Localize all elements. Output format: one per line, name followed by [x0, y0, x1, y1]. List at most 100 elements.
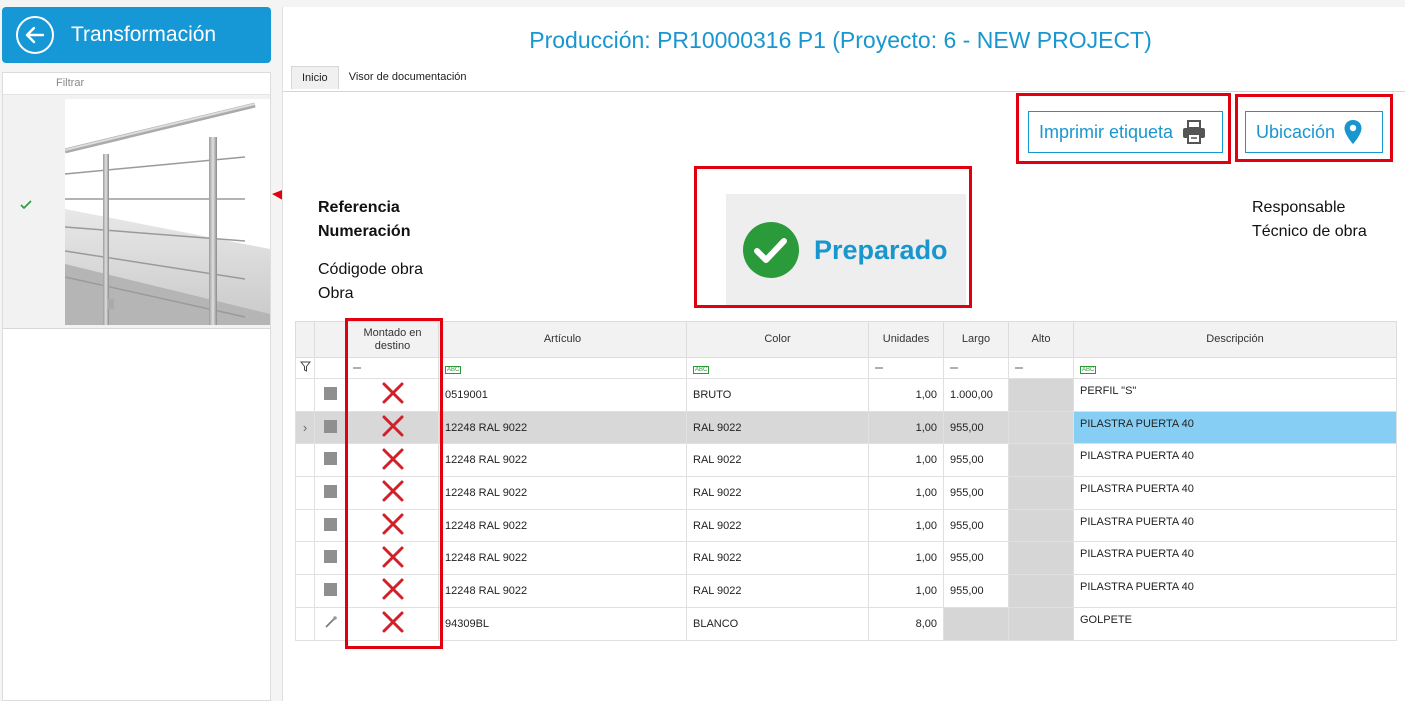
table-row[interactable]: 12248 RAL 9022 RAL 9022 1,00 955,00 PILASTRA… — [295, 443, 1397, 478]
tecnico-label: Técnico de obra — [1252, 223, 1367, 240]
unidades-cell: 1,00 — [868, 574, 944, 608]
table-row[interactable]: 12248 RAL 9022 RAL 9022 1,00 955,00 PILASTRA… — [295, 476, 1397, 510]
filter-cell-blank — [314, 357, 347, 379]
unidades-cell: 1,00 — [868, 443, 944, 478]
row-icon-cell — [314, 443, 347, 478]
col-expand — [295, 321, 315, 358]
filter-largo[interactable] — [943, 357, 1009, 379]
filter-descripcion[interactable]: ABC — [1073, 357, 1397, 379]
color-cell: RAL 9022 — [686, 410, 869, 445]
color-cell: RAL 9022 — [686, 443, 869, 478]
largo-cell — [943, 606, 1009, 641]
row-status-icon — [324, 517, 337, 531]
referencia-label: Referencia — [318, 199, 400, 216]
row-icon-cell — [314, 508, 347, 543]
table-row[interactable]: 94309BL BLANCO 8,00 GOLPETE — [295, 606, 1397, 641]
col-color[interactable]: Color — [686, 321, 869, 358]
alto-cell — [1008, 410, 1074, 445]
responsable-label: Responsable — [1252, 199, 1346, 216]
descripcion-cell: PILASTRA PUERTA 40 — [1073, 410, 1397, 445]
wrench-icon — [324, 616, 337, 628]
row-expand[interactable] — [295, 443, 315, 478]
codigo-obra-label: Códigode obra — [318, 261, 423, 278]
largo-cell: 955,00 — [943, 508, 1009, 543]
filter-alto[interactable] — [1008, 357, 1074, 379]
numeracion-label: Numeración — [318, 223, 411, 240]
descripcion-cell: GOLPETE — [1073, 606, 1397, 641]
back-button[interactable] — [16, 16, 54, 54]
tab-bar: Inicio Visor de documentación — [291, 66, 477, 89]
largo-cell: 955,00 — [943, 476, 1009, 510]
page-title: Producción: PR10000316 P1 (Proyecto: 6 -… — [529, 27, 1152, 53]
table-row[interactable]: 0519001 BRUTO 1,00 1.000,00 PERFIL "S" — [295, 378, 1397, 412]
items-table: Montado en destino Artículo Color Unidad… — [295, 321, 1397, 641]
row-status-icon — [324, 550, 337, 564]
col-largo[interactable]: Largo — [943, 321, 1009, 358]
largo-cell: 955,00 — [943, 574, 1009, 608]
alto-cell — [1008, 508, 1074, 543]
color-cell: BRUTO — [686, 378, 869, 412]
col-icon — [314, 321, 347, 358]
row-expand[interactable]: › — [295, 410, 315, 445]
articulo-cell: 12248 RAL 9022 — [438, 476, 687, 510]
unidades-cell: 1,00 — [868, 378, 944, 412]
col-articulo[interactable]: Artículo — [438, 321, 687, 358]
row-expand[interactable] — [295, 508, 315, 543]
highlight-print — [1016, 93, 1231, 164]
row-expand[interactable] — [295, 606, 315, 641]
filter-unidades[interactable] — [868, 357, 944, 379]
alto-cell — [1008, 443, 1074, 478]
table-row[interactable]: 12248 RAL 9022 RAL 9022 1,00 955,00 PILASTRA… — [295, 508, 1397, 543]
unidades-cell: 1,00 — [868, 541, 944, 576]
left-title: Transformación — [71, 23, 217, 46]
row-status-icon — [324, 419, 337, 433]
articulo-cell: 0519001 — [438, 378, 687, 412]
table-row[interactable]: 12248 RAL 9022 RAL 9022 1,00 955,00 PILASTRA… — [295, 574, 1397, 608]
text-filter-icon: ABC — [693, 366, 710, 374]
largo-cell: 955,00 — [943, 443, 1009, 478]
col-descripcion[interactable]: Descripción — [1073, 321, 1397, 358]
funnel-icon — [299, 361, 311, 372]
articulo-cell: 12248 RAL 9022 — [438, 541, 687, 576]
row-expand[interactable] — [295, 574, 315, 608]
highlight-status — [694, 166, 972, 308]
color-cell: RAL 9022 — [686, 476, 869, 510]
row-expand[interactable] — [295, 378, 315, 412]
col-alto[interactable]: Alto — [1008, 321, 1074, 358]
row-expand[interactable] — [295, 541, 315, 576]
list-item[interactable] — [3, 95, 270, 329]
color-cell: BLANCO — [686, 606, 869, 641]
filter-color[interactable]: ABC — [686, 357, 869, 379]
alto-cell — [1008, 541, 1074, 576]
filter-row: ABC ABC ABC — [295, 357, 1397, 379]
tab-divider — [283, 91, 1405, 92]
row-icon-cell — [314, 378, 347, 412]
unidades-cell: 1,00 — [868, 508, 944, 543]
row-expand[interactable] — [295, 476, 315, 510]
unidades-cell: 8,00 — [868, 606, 944, 641]
unidades-cell: 1,00 — [868, 476, 944, 510]
text-filter-icon: ABC — [445, 366, 462, 374]
tab-visor-documentacion[interactable]: Visor de documentación — [339, 66, 477, 89]
filter-icon-cell[interactable] — [295, 357, 315, 379]
table-row[interactable]: 12248 RAL 9022 RAL 9022 1,00 955,00 PILASTRA… — [295, 541, 1397, 576]
descripcion-cell: PILASTRA PUERTA 40 — [1073, 508, 1397, 543]
left-panel: Filtrar — [2, 72, 271, 701]
color-cell: RAL 9022 — [686, 541, 869, 576]
left-header: Transformación — [2, 7, 271, 63]
tab-inicio[interactable]: Inicio — [291, 66, 339, 89]
col-unidades[interactable]: Unidades — [868, 321, 944, 358]
table-row[interactable]: › 12248 RAL 9022 RAL 9022 1,00 955,00 PILASTR… — [295, 410, 1397, 445]
articulo-cell: 12248 RAL 9022 — [438, 443, 687, 478]
arrow-left-icon — [25, 26, 45, 44]
largo-cell: 955,00 — [943, 541, 1009, 576]
obra-label: Obra — [318, 285, 354, 302]
check-icon — [20, 200, 32, 210]
row-icon-cell — [314, 606, 347, 641]
alto-cell — [1008, 574, 1074, 608]
filter-articulo[interactable]: ABC — [438, 357, 687, 379]
filter-input[interactable]: Filtrar — [3, 73, 270, 95]
articulo-cell: 12248 RAL 9022 — [438, 410, 687, 445]
alto-cell — [1008, 476, 1074, 510]
largo-cell: 955,00 — [943, 410, 1009, 445]
